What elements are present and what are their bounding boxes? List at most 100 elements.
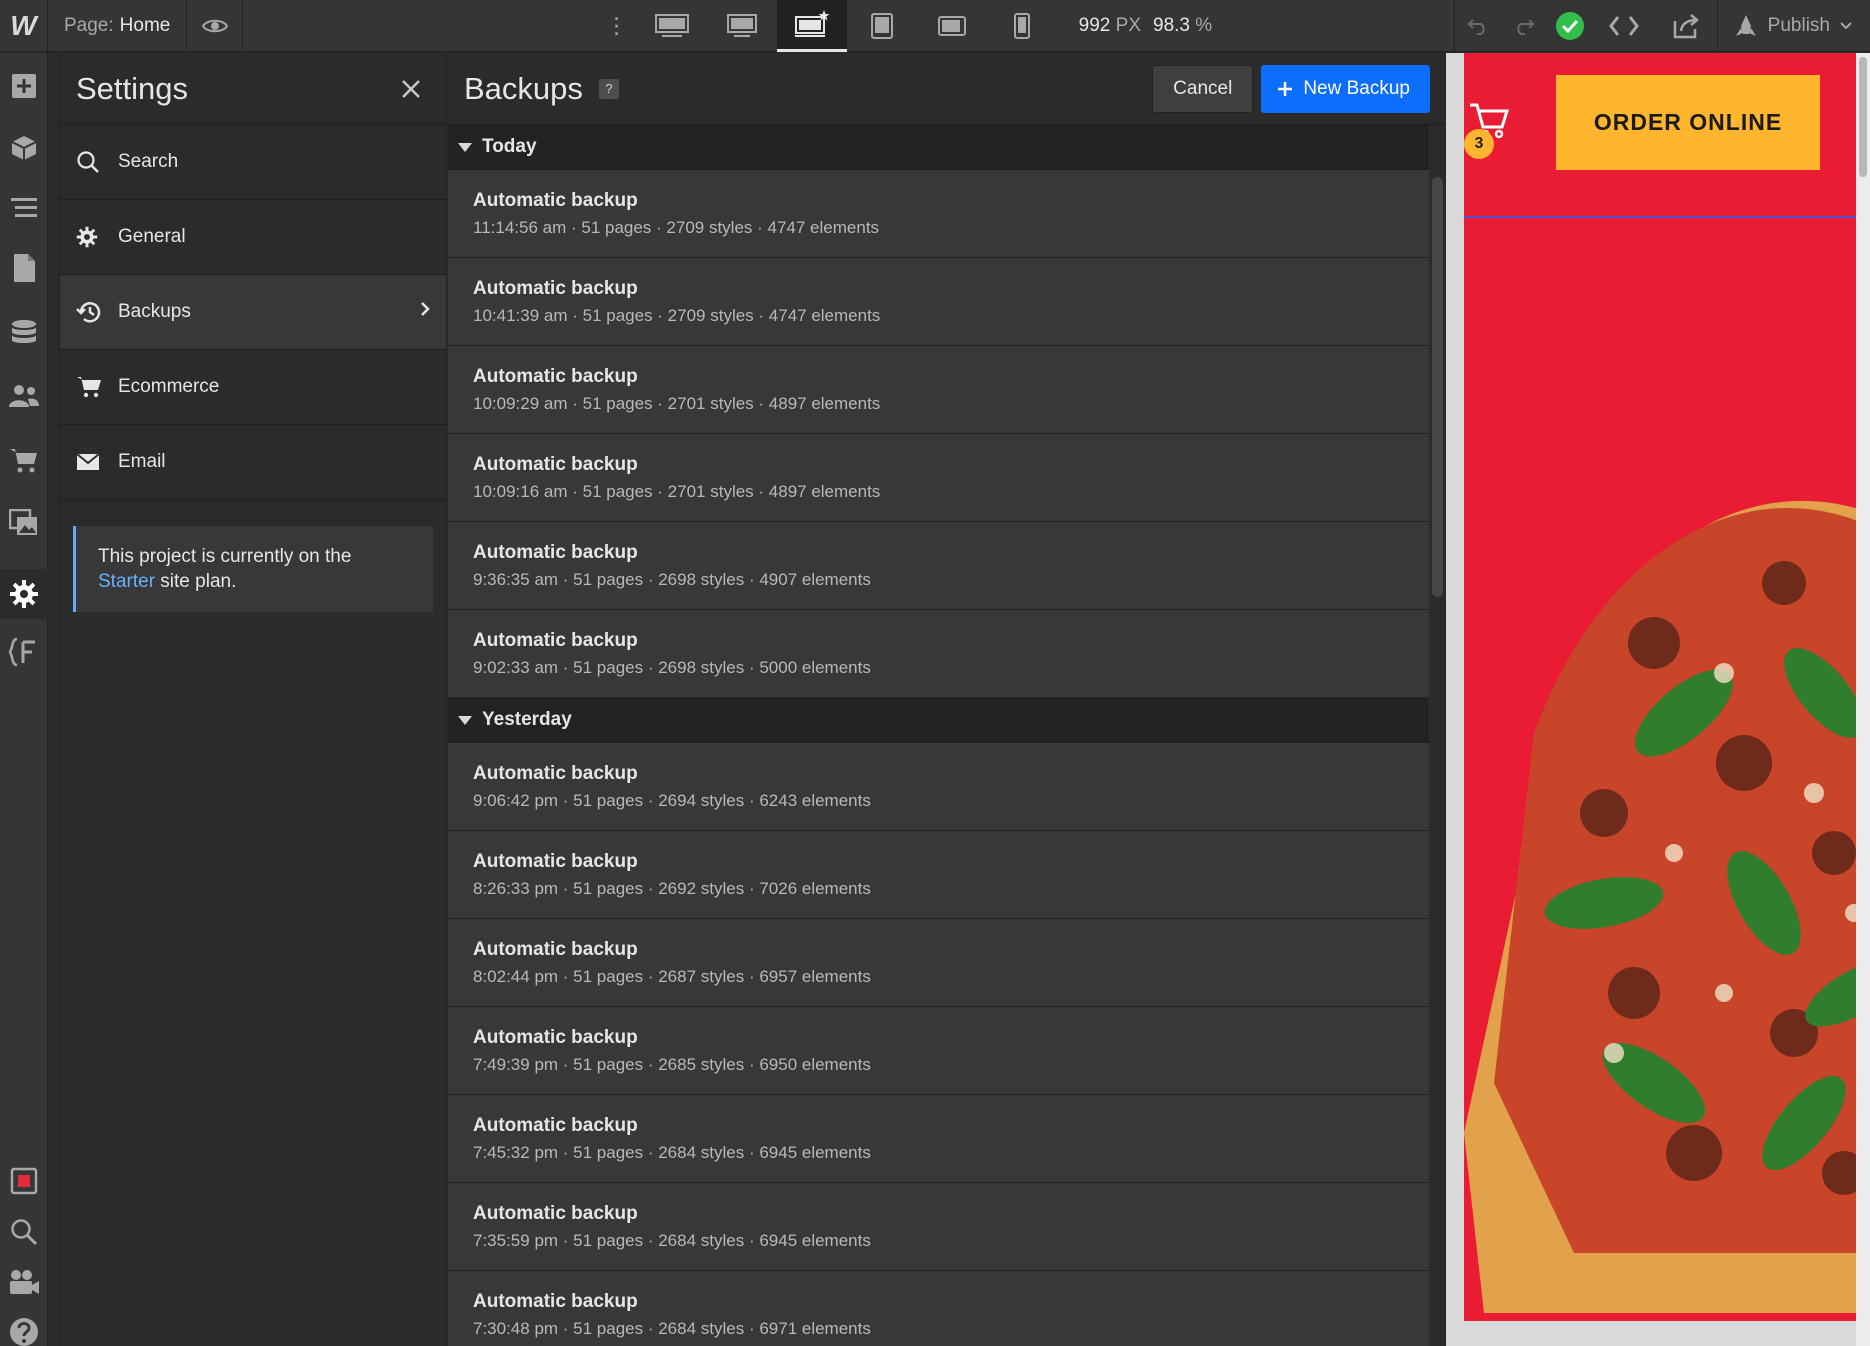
backup-row[interactable]: Automatic backup 11:14:56 am · 51 pages ·… <box>448 170 1429 258</box>
undo-icon[interactable] <box>1455 0 1501 52</box>
backup-row[interactable]: Automatic backup 7:30:48 pm · 51 pages · … <box>448 1271 1429 1346</box>
backup-meta: 7:45:32 pm · 51 pages · 2684 styles · 69… <box>473 1143 871 1162</box>
pizza-image <box>1464 433 1856 1318</box>
settings-nav-label: Ecommerce <box>118 376 220 397</box>
backup-meta: 8:26:33 pm · 51 pages · 2692 styles · 70… <box>473 879 871 898</box>
video-tutorials-icon[interactable] <box>0 1257 48 1307</box>
backups-header: Backups ? Cancel New Backup <box>448 53 1446 125</box>
backup-meta: 10:09:16 am · 51 pages · 2701 styles · 4… <box>473 482 881 501</box>
finsweet-attributes-icon[interactable] <box>0 627 48 677</box>
navigator-icon[interactable] <box>0 183 48 233</box>
cms-database-icon[interactable] <box>0 309 48 359</box>
saved-status-check-icon[interactable] <box>1547 0 1593 52</box>
settings-nav-search[interactable]: Search <box>60 125 446 200</box>
page-selector-value: Home <box>119 14 171 36</box>
backup-row[interactable]: Automatic backup 9:06:42 pm · 51 pages · … <box>448 743 1429 831</box>
assets-images-icon[interactable] <box>0 498 48 548</box>
backup-row[interactable]: Automatic backup 7:35:59 pm · 51 pages · … <box>448 1183 1429 1271</box>
backup-title: Automatic backup <box>473 630 638 651</box>
backup-meta: 9:02:33 am · 51 pages · 2698 styles · 50… <box>473 658 871 677</box>
group-header-today[interactable]: Today <box>448 125 1446 170</box>
backups-title: Backups <box>464 70 583 106</box>
canvas-zoom-value: 98.3 <box>1153 14 1190 36</box>
preview-eye-icon[interactable] <box>187 0 244 52</box>
backup-row[interactable]: Automatic backup 10:41:39 am · 51 pages ·… <box>448 258 1429 346</box>
left-rail <box>0 53 48 1346</box>
settings-nav-general[interactable]: General <box>60 200 446 275</box>
backup-title: Automatic backup <box>473 542 638 563</box>
canvas-zoom-unit: % <box>1195 14 1213 36</box>
users-icon[interactable] <box>0 371 48 421</box>
backups-scrollbar[interactable] <box>1429 125 1446 1346</box>
site-navbar[interactable]: 3 ORDER ONLINE <box>1464 53 1856 218</box>
site-plan-notice-text: This project is currently on the <box>98 546 352 567</box>
backup-meta: 7:49:39 pm · 51 pages · 2685 styles · 69… <box>473 1055 871 1074</box>
search-icon[interactable] <box>0 1207 48 1257</box>
backup-row[interactable]: Automatic backup 9:36:35 am · 51 pages · … <box>448 522 1429 610</box>
settings-title: Settings <box>76 70 189 106</box>
group-header-yesterday[interactable]: Yesterday <box>448 698 1446 743</box>
chevron-right-icon <box>420 301 430 323</box>
backup-row[interactable]: Automatic backup 8:02:44 pm · 51 pages · … <box>448 919 1429 1007</box>
rocket-icon <box>1735 14 1756 36</box>
backup-meta: 11:14:56 am · 51 pages · 2709 styles · 4… <box>473 218 880 237</box>
backup-meta: 9:36:35 am · 51 pages · 2698 styles · 49… <box>473 570 871 589</box>
backup-row[interactable]: Automatic backup 7:45:32 pm · 51 pages · … <box>448 1095 1429 1183</box>
backup-meta: 10:09:29 am · 51 pages · 2701 styles · 4… <box>473 394 881 413</box>
canvas-width-value: 992 <box>1078 14 1111 36</box>
gear-icon <box>76 226 106 248</box>
publish-label: Publish <box>1767 14 1830 36</box>
starter-plan-link[interactable]: Starter <box>98 571 155 592</box>
backup-meta: 7:30:48 pm · 51 pages · 2684 styles · 69… <box>473 1319 871 1338</box>
new-backup-button[interactable]: New Backup <box>1261 64 1430 113</box>
close-icon[interactable] <box>396 74 426 104</box>
more-options-icon[interactable]: ⋮ <box>597 0 637 52</box>
redo-icon[interactable] <box>1501 0 1547 52</box>
order-online-button[interactable]: ORDER ONLINE <box>1556 75 1820 170</box>
settings-gear-icon[interactable] <box>0 569 48 619</box>
settings-nav-ecommerce[interactable]: Ecommerce <box>60 350 446 425</box>
designer-canvas[interactable]: 3 ORDER ONLINE <box>1446 53 1870 1346</box>
share-icon[interactable] <box>1655 0 1717 52</box>
backup-title: Automatic backup <box>473 278 638 299</box>
scrollbar-thumb[interactable] <box>1432 177 1443 597</box>
breakpoint-desktop-l-icon[interactable] <box>707 0 777 52</box>
chevron-down-icon <box>1840 21 1852 29</box>
backup-title: Automatic backup <box>473 763 638 784</box>
breakpoint-landscape-icon[interactable] <box>917 0 987 52</box>
breakpoint-tablet-icon[interactable] <box>847 0 917 52</box>
settings-nav-label: Email <box>118 451 166 472</box>
settings-header: Settings <box>60 53 446 125</box>
site-preview[interactable]: 3 ORDER ONLINE <box>1464 53 1856 1321</box>
caret-down-icon <box>458 715 472 725</box>
backup-title: Automatic backup <box>473 939 638 960</box>
webflow-logo[interactable]: W <box>0 0 48 52</box>
backup-meta: 8:02:44 pm · 51 pages · 2687 styles · 69… <box>473 967 871 986</box>
backup-row[interactable]: Automatic backup 10:09:16 am · 51 pages ·… <box>448 434 1429 522</box>
settings-nav-backups[interactable]: Backups <box>60 275 446 350</box>
site-plan-notice: This project is currently on the Starter… <box>73 526 433 612</box>
add-elements-icon[interactable] <box>0 61 48 111</box>
backup-row[interactable]: Automatic backup 10:09:29 am · 51 pages ·… <box>448 346 1429 434</box>
breakpoint-desktop-base-icon[interactable] <box>776 0 847 52</box>
symbols-cube-icon[interactable] <box>0 123 48 173</box>
cart-count-badge: 3 <box>1464 129 1494 159</box>
backup-row[interactable]: Automatic backup 7:49:39 pm · 51 pages · … <box>448 1007 1429 1095</box>
backup-row[interactable]: Automatic backup 8:26:33 pm · 51 pages · … <box>448 831 1429 919</box>
cancel-button[interactable]: Cancel <box>1152 64 1254 113</box>
page-selector[interactable]: Page: Home <box>48 0 188 52</box>
help-badge[interactable]: ? <box>598 78 619 99</box>
breakpoint-desktop-xl-icon[interactable] <box>637 0 707 52</box>
ecommerce-cart-icon[interactable] <box>0 435 48 485</box>
record-stop-icon[interactable] <box>0 1156 48 1206</box>
code-export-icon[interactable] <box>1593 0 1655 52</box>
backup-meta: 7:35:59 pm · 51 pages · 2684 styles · 69… <box>473 1231 871 1250</box>
settings-nav-email[interactable]: Email <box>60 425 446 500</box>
pages-icon[interactable] <box>0 243 48 293</box>
backup-row[interactable]: Automatic backup 9:02:33 am · 51 pages · … <box>448 610 1429 698</box>
breakpoint-mobile-icon[interactable] <box>987 0 1057 52</box>
publish-button[interactable]: Publish <box>1716 0 1870 52</box>
help-icon[interactable] <box>0 1307 48 1346</box>
canvas-scrollbar[interactable] <box>1856 53 1870 1346</box>
scrollbar-thumb[interactable] <box>1859 57 1867 177</box>
